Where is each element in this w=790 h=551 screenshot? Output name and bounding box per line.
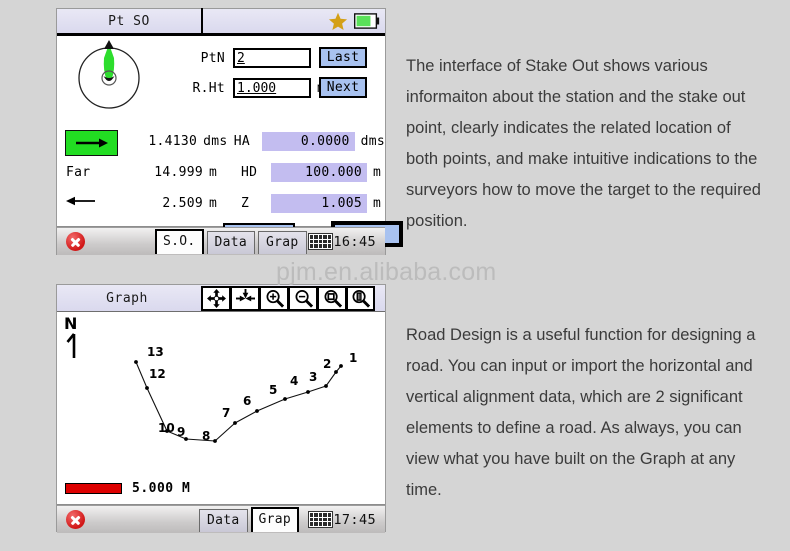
point-label: 5 [269,383,278,397]
point-label: 8 [202,429,211,443]
tab-data[interactable]: Data [206,231,256,254]
hd-key-label: HD [241,164,258,180]
far-label: Far [66,164,91,180]
graph-toolbar [201,285,375,311]
left-arrow-cell [57,195,123,211]
tab-data[interactable]: Data [199,509,248,532]
graph-canvas[interactable]: N 5.000 M 1 2 3 4 5 6 7 8 9 10 12 13 [57,312,385,505]
point-label: 9 [177,425,186,439]
point-label: 10 [158,421,175,435]
scale-bar-label: 5.000 M [132,481,191,496]
hd-target-unit: m [373,164,382,180]
title-status-icons [203,12,385,31]
point-label: 6 [243,394,252,408]
zoom-extents-icon[interactable] [346,285,375,311]
hd-offset-unit: m [209,164,218,180]
hd-target-field[interactable]: 100.000 [271,162,367,182]
zoom-window-icon[interactable] [317,285,346,311]
point-label: 4 [290,374,299,388]
keyboard-icon[interactable] [308,233,333,250]
clock: 16:45 [333,233,376,250]
point-label: 7 [222,406,231,420]
close-icon[interactable] [66,510,85,529]
stake-out-screen: PtN 2 R.Ht 1.000 m Last Next 1.4130 dms … [57,36,403,247]
road-design-description: Road Design is a useful function for des… [406,325,756,499]
zoom-in-icon[interactable] [259,285,288,311]
table-row: 1.4130 dms HA 0.0000 dms [57,128,385,154]
stake-out-device: Pt SO PtN 2 R.Ht 1.000 Last Next 1.4130 … [56,7,403,255]
point-label: 12 [149,367,166,381]
battery-icon [354,13,380,29]
tab-graph[interactable]: Grap [258,231,307,254]
reflector-height-row: R.Ht 1.000 m [181,78,325,98]
guidance-compass-graphic [78,40,140,109]
pan-tool-icon[interactable] [201,285,230,311]
z-key-label: Z [241,195,250,211]
keyboard-icon[interactable] [308,511,333,528]
hd-offset-value: 14.999 [154,164,203,180]
point-label: 13 [147,345,164,359]
arrow-left-icon [66,196,95,206]
point-label: 3 [309,370,318,384]
close-icon[interactable] [66,232,85,251]
table-row: 2.509 m Z 1.005 m [57,190,385,216]
center-tool-icon[interactable] [230,285,259,311]
next-button[interactable]: Next [319,77,367,98]
z-offset-unit: m [209,195,218,211]
reflector-height-label: R.Ht [192,80,225,96]
graph-taskbar: Data Grap 17:45 [57,505,385,533]
stake-out-description: The interface of Stake Out shows various… [406,56,761,230]
tab-stake-out[interactable]: S.O. [155,229,204,254]
point-number-input[interactable]: 2 [233,48,311,68]
graph-title-bar: Graph [57,285,385,312]
ha-offset-value: 1.4130 [148,133,198,149]
clock: 17:45 [333,511,376,528]
star-icon [328,12,348,31]
last-button[interactable]: Last [319,47,367,68]
graph-tabs: Data Grap [199,507,302,532]
table-row: Far 14.999 m HD 100.000 m [57,159,385,185]
stake-out-taskbar: S.O. Data Grap 16:45 [57,227,385,255]
page-title: Pt SO [108,13,150,29]
watermark: pjm.en.alibaba.com [276,258,497,286]
graph-device: Graph N 5.000 M 1 2 3 4 5 6 7 8 9 10 12 … [56,284,386,533]
z-target-unit: m [373,195,382,211]
ha-target-unit: dms [360,133,385,149]
scale-bar: 5.000 M [65,481,190,496]
stake-out-title-bar: Pt SO [57,7,385,36]
point-number-row: PtN 2 [181,48,311,68]
tab-graph[interactable]: Grap [250,507,300,532]
stake-out-tabs: S.O. Data Grap [155,229,310,254]
ha-target-field[interactable]: 0.0000 [262,131,355,151]
graph-page-title: Graph [106,290,148,306]
point-label: 1 [349,351,358,365]
z-offset-value: 2.509 [162,195,203,211]
ha-key-label: HA [233,133,251,149]
zoom-out-icon[interactable] [288,285,317,311]
z-target-field[interactable]: 1.005 [271,193,367,213]
road-alignment-curve [134,360,343,443]
scale-bar-swatch [65,483,122,494]
reflector-height-input[interactable]: 1.000 [233,78,311,98]
point-number-label: PtN [200,50,225,66]
point-label: 2 [323,357,332,371]
ha-offset-unit: dms [203,133,228,149]
